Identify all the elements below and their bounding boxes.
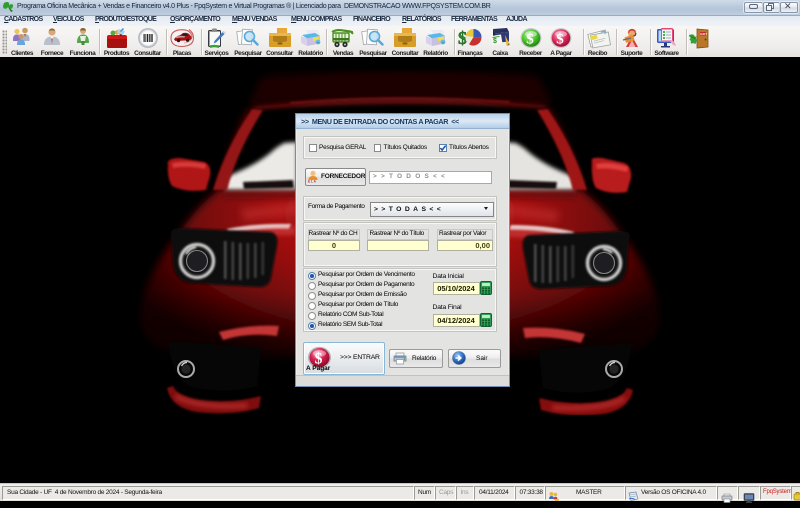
- svg-text:$: $: [526, 32, 534, 48]
- svg-text:EXIT: EXIT: [700, 32, 707, 36]
- svg-text:E L A: E L A: [308, 180, 317, 183]
- svg-text:$: $: [556, 32, 564, 48]
- svg-text:$: $: [493, 38, 497, 45]
